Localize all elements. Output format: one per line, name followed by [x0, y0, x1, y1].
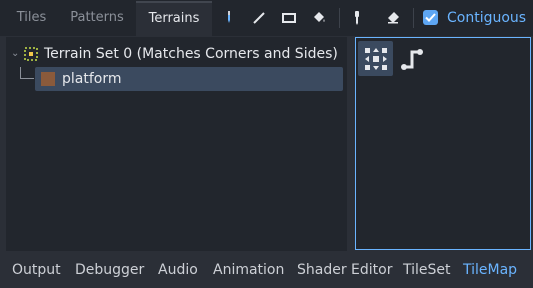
paint-icon[interactable] — [219, 8, 239, 28]
bottom-tab-audio[interactable]: Audio — [158, 256, 198, 284]
connect-mode-button[interactable] — [358, 41, 393, 76]
bottom-tab-animation[interactable]: Animation — [213, 256, 284, 284]
connect-mode-icon — [364, 47, 387, 70]
bottom-tab-output[interactable]: Output — [12, 256, 61, 284]
bucket-icon[interactable] — [309, 8, 329, 28]
tab-tiles[interactable]: Tiles — [5, 2, 58, 33]
path-mode-icon — [400, 48, 423, 70]
picker-icon[interactable] — [347, 8, 367, 28]
toolbar-separator — [339, 8, 340, 28]
editor-tab-bar: Tiles Patterns Terrains Contiguous — [0, 0, 533, 36]
terrain-tree: ⌄ Terrain Set 0 (Matches Corners and Sid… — [6, 37, 347, 251]
terrain-set-label: Terrain Set 0 (Matches Corners and Sides… — [44, 46, 338, 62]
terrain-mode-list — [355, 37, 531, 250]
terrain-color-swatch — [41, 72, 55, 86]
bottom-tab-debugger[interactable]: Debugger — [75, 256, 144, 284]
terrain-set-icon — [24, 47, 38, 61]
toolbar-separator — [413, 8, 414, 28]
bottom-tab-tileset[interactable]: TileSet — [403, 256, 451, 284]
contiguous-label[interactable]: Contiguous — [447, 8, 526, 28]
chevron-down-icon[interactable]: ⌄ — [11, 43, 19, 65]
tab-patterns[interactable]: Patterns — [59, 2, 135, 33]
path-mode-button[interactable] — [394, 41, 429, 76]
tree-item-terrain-set[interactable]: ⌄ Terrain Set 0 (Matches Corners and Sid… — [6, 43, 347, 65]
line-icon[interactable] — [249, 8, 269, 28]
tab-terrains[interactable]: Terrains — [136, 1, 212, 36]
eraser-icon[interactable] — [383, 8, 403, 28]
contiguous-checkbox[interactable] — [423, 10, 438, 25]
bottom-panel-bar: Output Debugger Audio Animation Shader E… — [0, 256, 533, 288]
bottom-tab-tilemap[interactable]: TileMap — [463, 256, 517, 284]
terrain-label: platform — [62, 71, 122, 87]
bottom-tab-shader-editor[interactable]: Shader Editor — [297, 256, 392, 284]
tree-item-platform[interactable]: platform — [35, 67, 343, 91]
tree-connector — [20, 78, 34, 79]
check-icon — [425, 13, 436, 22]
rect-icon[interactable] — [279, 8, 299, 28]
